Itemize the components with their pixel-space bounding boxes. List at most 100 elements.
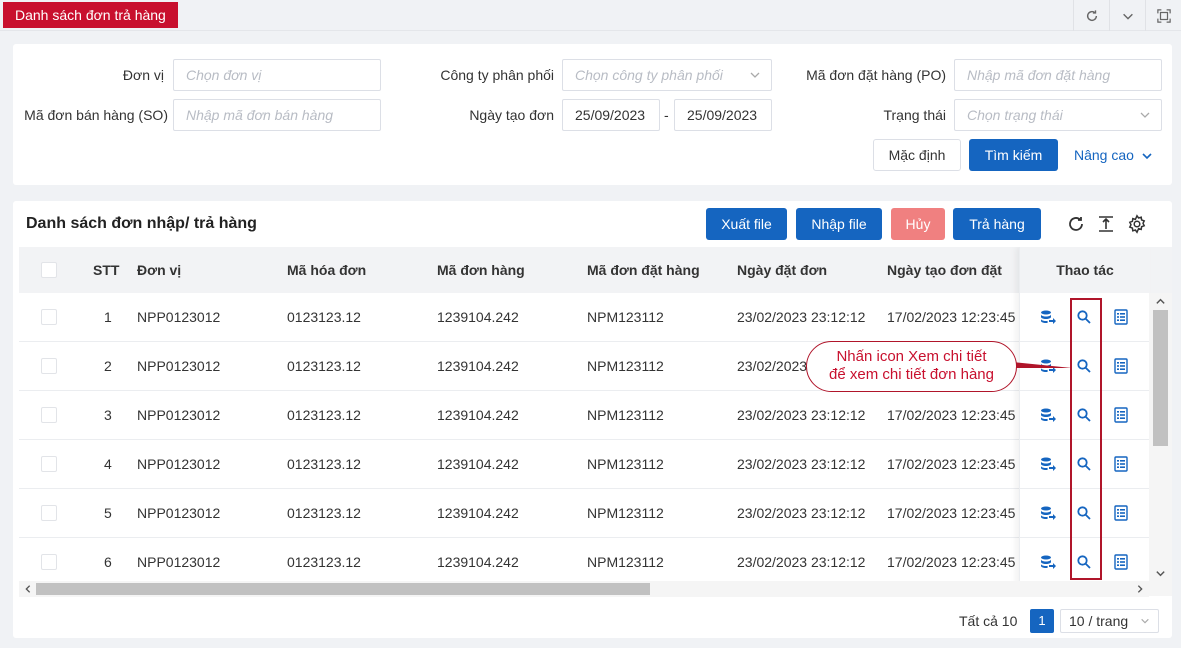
date-separator: - [664, 107, 669, 123]
refresh-icon[interactable] [1073, 0, 1109, 31]
database-export-icon[interactable] [1040, 554, 1056, 570]
cell-ma-dat-hang: NPM123112 [587, 358, 664, 374]
cell-ngay-tao: 17/02/2023 12:23:45 [887, 309, 1016, 325]
top-icon-group [1073, 0, 1181, 31]
cell-ma-dat-hang: NPM123112 [587, 309, 664, 325]
pager-current-page[interactable]: 1 [1030, 609, 1054, 633]
gear-icon[interactable] [1127, 214, 1147, 234]
cell-ma-hoa-don: 0123123.12 [287, 554, 361, 570]
ma-so-label: Mã đơn bán hàng (SO) [24, 107, 168, 123]
vertical-scrollbar[interactable] [1149, 293, 1172, 596]
list-detail-icon[interactable] [1113, 505, 1129, 521]
scroll-left-icon[interactable] [23, 584, 33, 594]
cell-ma-don-hang: 1239104.242 [437, 554, 519, 570]
list-detail-icon[interactable] [1113, 456, 1129, 472]
select-all-checkbox[interactable] [41, 262, 57, 278]
list-detail-icon[interactable] [1113, 554, 1129, 570]
page-size-select[interactable]: 10 / trang [1060, 609, 1159, 633]
return-button[interactable]: Trả hàng [953, 208, 1041, 240]
table-row[interactable]: 3 NPP0123012 0123123.12 1239104.242 NPM12311… [19, 391, 1149, 440]
horizontal-scrollbar[interactable] [19, 581, 1149, 597]
fullscreen-icon[interactable] [1145, 0, 1181, 31]
ma-so-input[interactable]: Nhập mã đơn bán hàng [173, 99, 381, 131]
database-export-icon[interactable] [1040, 505, 1056, 521]
cell-ma-don-hang: 1239104.242 [437, 358, 519, 374]
row-checkbox[interactable] [41, 407, 57, 423]
table-row[interactable]: 5 NPP0123012 0123123.12 1239104.242 NPM12311… [19, 489, 1149, 538]
table-row[interactable]: 6 NPP0123012 0123123.12 1239104.242 NPM12311… [19, 538, 1149, 587]
row-checkbox[interactable] [41, 554, 57, 570]
header-don-vi: Đơn vị [137, 262, 182, 278]
reload-icon[interactable] [1066, 214, 1086, 234]
table-row[interactable]: 1 NPP0123012 0123123.12 1239104.242 NPM12311… [19, 293, 1149, 342]
cell-don-vi: NPP0123012 [137, 309, 221, 325]
highlight-box [1070, 298, 1102, 580]
header-ma-don-hang: Mã đơn hàng [437, 262, 525, 278]
scroll-up-icon[interactable] [1155, 296, 1166, 307]
cell-stt: 1 [104, 309, 112, 325]
chevron-down-icon [1142, 153, 1152, 160]
row-checkbox[interactable] [41, 358, 57, 374]
ma-po-input[interactable]: Nhập mã đơn đặt hàng [954, 59, 1162, 91]
cell-don-vi: NPP0123012 [137, 505, 221, 521]
filter-panel: Đơn vị Chọn đơn vị Công ty phân phối Chọ… [13, 44, 1172, 185]
tab-return-orders[interactable]: Danh sách đơn trả hàng [3, 2, 178, 28]
cell-ngay-dat: 23/02/2023 23:12:12 [737, 505, 866, 521]
import-button[interactable]: Nhập file [796, 208, 882, 240]
date-from-input[interactable]: 25/09/2023 [562, 99, 660, 131]
callout-pointer [1012, 362, 1072, 368]
cong-ty-select[interactable]: Chọn công ty phân phối [562, 59, 772, 91]
header-ma-hoa-don: Mã hóa đơn [287, 262, 367, 278]
chevron-down-icon [1141, 618, 1149, 624]
cell-ma-hoa-don: 0123123.12 [287, 456, 361, 472]
column-height-icon[interactable] [1096, 214, 1116, 234]
ma-po-label: Mã đơn đặt hàng (PO) [806, 67, 946, 83]
list-detail-icon[interactable] [1113, 358, 1129, 374]
vertical-scroll-thumb[interactable] [1153, 310, 1168, 446]
search-button[interactable]: Tìm kiếm [969, 139, 1058, 171]
export-button[interactable]: Xuất file [706, 208, 787, 240]
header-ma-dat-hang: Mã đơn đặt hàng [587, 262, 700, 278]
advanced-label: Nâng cao [1074, 147, 1134, 163]
cell-ngay-dat: 23/02/2023 23:12:12 [737, 456, 866, 472]
list-panel: Danh sách đơn nhập/ trả hàng Xuất file N… [13, 201, 1172, 638]
don-vi-input[interactable]: Chọn đơn vị [173, 59, 381, 91]
cell-ma-don-hang: 1239104.242 [437, 407, 519, 423]
header-stt: STT [93, 262, 120, 278]
database-export-icon[interactable] [1040, 407, 1056, 423]
advanced-toggle[interactable]: Nâng cao [1074, 139, 1153, 171]
cancel-button[interactable]: Hủy [891, 208, 945, 240]
cell-don-vi: NPP0123012 [137, 407, 221, 423]
order-table: STT Đơn vị Mã hóa đơn Mã đơn hàng Mã đơn… [19, 247, 1172, 596]
cell-ngay-dat: 23/02/2023 23:12:12 [737, 407, 866, 423]
chevron-down-icon[interactable] [1109, 0, 1145, 31]
default-button[interactable]: Mặc định [873, 139, 961, 171]
cell-ma-don-hang: 1239104.242 [437, 309, 519, 325]
ngay-tao-label: Ngày tạo đơn [469, 107, 554, 123]
header-ngay-dat: Ngày đặt đơn [737, 262, 828, 278]
database-export-icon[interactable] [1040, 309, 1056, 325]
cell-don-vi: NPP0123012 [137, 358, 221, 374]
row-checkbox[interactable] [41, 309, 57, 325]
scroll-down-icon[interactable] [1155, 568, 1166, 579]
cong-ty-placeholder: Chọn công ty phân phối [575, 67, 723, 83]
database-export-icon[interactable] [1040, 456, 1056, 472]
list-title: Danh sách đơn nhập/ trả hàng [26, 215, 257, 232]
cell-ngay-dat: 23/02/2023 23:12:12 [737, 309, 866, 325]
table-row[interactable]: 4 NPP0123012 0123123.12 1239104.242 NPM12311… [19, 440, 1149, 489]
scroll-right-icon[interactable] [1135, 584, 1145, 594]
list-detail-icon[interactable] [1113, 407, 1129, 423]
cell-don-vi: NPP0123012 [137, 554, 221, 570]
row-checkbox[interactable] [41, 505, 57, 521]
cell-stt: 4 [104, 456, 112, 472]
table-header: STT Đơn vị Mã hóa đơn Mã đơn hàng Mã đơn… [19, 247, 1172, 293]
header-ngay-tao: Ngày tạo đơn đặt [887, 262, 1002, 278]
horizontal-scroll-thumb[interactable] [36, 583, 650, 595]
list-detail-icon[interactable] [1113, 309, 1129, 325]
trang-thai-select[interactable]: Chọn trạng thái [954, 99, 1162, 131]
trang-thai-placeholder: Chọn trạng thái [967, 107, 1063, 123]
cell-ma-hoa-don: 0123123.12 [287, 309, 361, 325]
date-to-input[interactable]: 25/09/2023 [674, 99, 772, 131]
trang-thai-label: Trạng thái [883, 107, 946, 123]
row-checkbox[interactable] [41, 456, 57, 472]
